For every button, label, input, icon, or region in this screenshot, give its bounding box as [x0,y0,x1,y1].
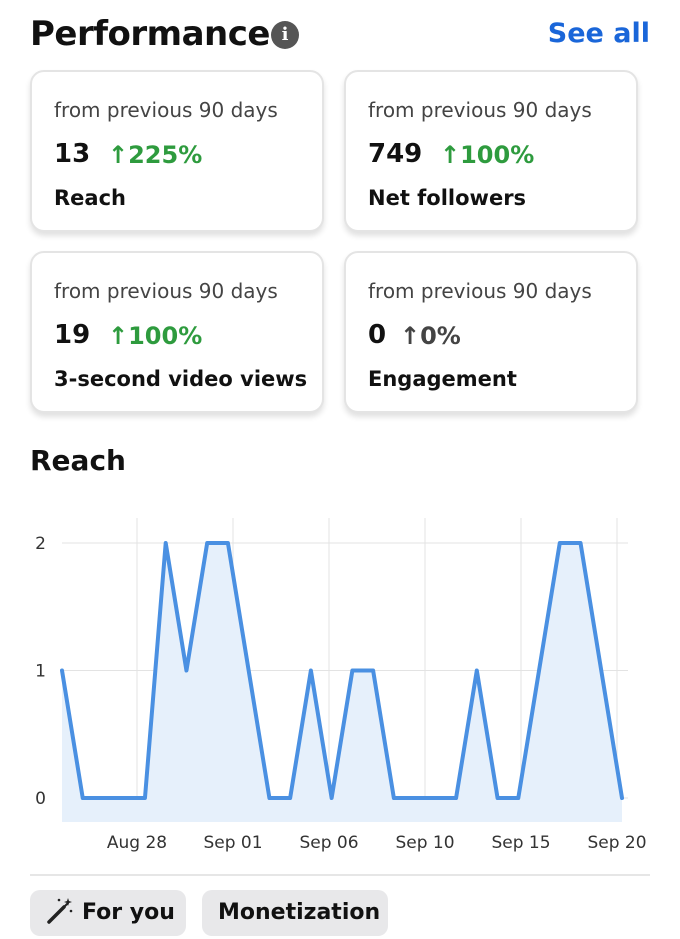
metric-value: 749 [368,139,423,169]
metric-card-engagement[interactable]: from previous 90 days 0 ↑0% Engagement [344,251,638,413]
metric-label: 3-second video views [54,367,308,391]
x-tick-label: Sep 15 [491,833,550,853]
y-tick-label: 0 [35,789,46,809]
performance-header: Performance i See all [30,14,650,58]
metric-value: 13 [54,139,91,169]
metric-label: Reach [54,186,126,210]
metric-change: ↑225% [108,141,203,169]
metric-label: Net followers [368,186,527,210]
x-tick-label: Sep 06 [299,833,358,853]
chip-label: For you [82,900,175,925]
metric-change: ↑100% [108,322,203,350]
metric-card-reach[interactable]: from previous 90 days 13 ↑225% Reach [30,70,324,232]
see-all-link[interactable]: See all [548,18,650,49]
metric-label: Engagement [368,367,517,391]
magic-wand-icon [47,898,73,924]
x-tick-label: Sep 10 [395,833,454,853]
metric-change: ↑100% [440,141,535,169]
metric-change: ↑0% [400,322,461,350]
metric-value: 0 [368,320,387,350]
metric-period: from previous 90 days [368,98,592,122]
reach-chart-svg: 0 1 2 Aug 28 Sep 01 Sep 06 Sep 10 Sep 15 Sep 20 [35,518,647,853]
chart-title: Reach [30,444,126,477]
reach-chart[interactable]: 0 1 2 Aug 28 Sep 01 Sep 06 Sep 10 Sep 15 Sep 20 [0,500,680,870]
x-tick-label: Sep 01 [203,833,262,853]
metric-period: from previous 90 days [54,279,278,303]
chip-monetization[interactable]: Monetization [202,890,388,936]
info-icon[interactable]: i [271,21,299,49]
x-tick-label: Sep 20 [587,833,646,853]
metric-value: 19 [54,320,91,350]
chip-label: Monetization [218,900,381,925]
metric-card-video-views[interactable]: from previous 90 days 19 ↑100% 3-second … [30,251,324,413]
x-tick-label: Aug 28 [107,833,167,853]
metric-card-net-followers[interactable]: from previous 90 days 749 ↑100% Net foll… [344,70,638,232]
y-tick-label: 1 [35,662,46,682]
metric-period: from previous 90 days [54,98,278,122]
y-tick-label: 2 [35,534,46,554]
metric-period: from previous 90 days [368,279,592,303]
divider [30,874,650,876]
page-title: Performance [30,14,270,54]
chip-for-you[interactable]: For you [30,890,186,936]
